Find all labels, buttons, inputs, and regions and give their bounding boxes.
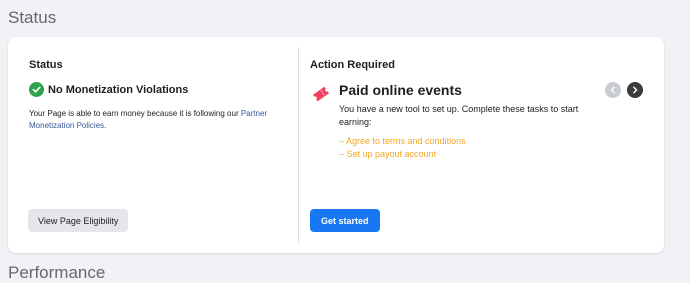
ticket-icon <box>312 84 330 104</box>
page-title: Status <box>8 8 57 27</box>
status-description: Your Page is able to earn money because … <box>29 108 279 132</box>
task-terms[interactable]: – Agree to terms and conditions <box>339 135 466 148</box>
action-required-heading: Action Required <box>310 59 395 71</box>
status-link-suffix: . <box>104 121 107 130</box>
status-heading: Status <box>29 59 63 71</box>
chevron-left-icon <box>610 86 615 94</box>
previous-button[interactable] <box>605 82 621 98</box>
next-button[interactable] <box>627 82 643 98</box>
task-list: – Agree to terms and conditions – Set up… <box>339 135 466 161</box>
view-page-eligibility-button[interactable]: View Page Eligibility <box>28 209 129 232</box>
status-row: No Monetization Violations <box>29 82 188 97</box>
performance-section-title: Performance <box>8 263 106 282</box>
status-description-text: Your Page is able to earn money because … <box>29 109 239 118</box>
monetization-status-card: Status No Monetization Violations Your P… <box>8 37 664 253</box>
paid-online-events-title: Paid online events <box>339 82 462 98</box>
task-payout[interactable]: – Set up payout account <box>339 148 466 161</box>
event-description: You have a new tool to set up. Complete … <box>339 104 579 127</box>
column-divider <box>298 47 299 243</box>
get-started-button[interactable]: Get started <box>310 209 380 232</box>
chevron-right-icon <box>633 86 638 94</box>
check-circle-icon <box>29 82 44 97</box>
status-title: No Monetization Violations <box>48 83 189 96</box>
